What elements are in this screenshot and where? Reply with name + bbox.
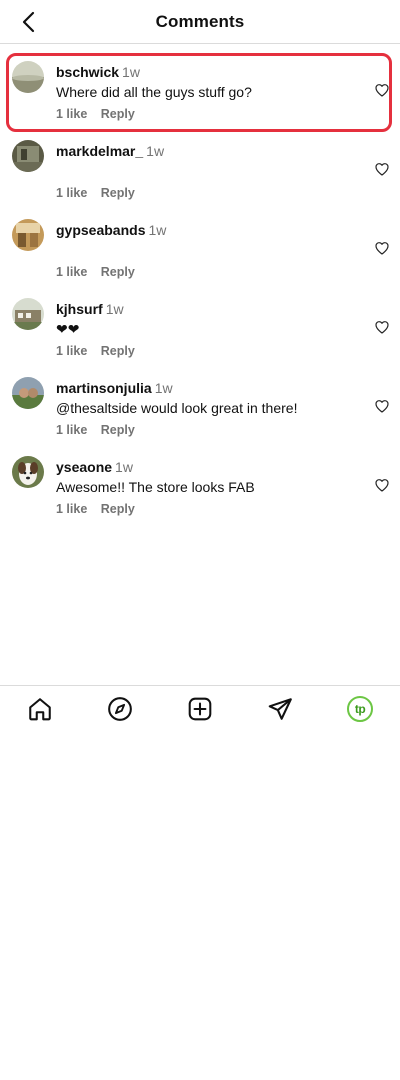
- heart-icon[interactable]: [374, 477, 390, 493]
- comment-username[interactable]: bschwick: [56, 64, 119, 80]
- bottom-nav: tp: [0, 685, 400, 731]
- comment-list: bschwick 1w Where did all the guys stuff …: [0, 53, 400, 527]
- comment-body: yseaone 1w Awesome!! The store looks FAB: [56, 459, 360, 496]
- comment-time: 1w: [154, 380, 173, 396]
- reply-button[interactable]: Reply: [101, 423, 135, 437]
- comment-item[interactable]: yseaone 1w Awesome!! The store looks FAB …: [0, 448, 400, 527]
- heart-icon[interactable]: [374, 161, 390, 177]
- reply-button[interactable]: Reply: [101, 107, 135, 121]
- send-icon: [268, 697, 292, 720]
- nav-create[interactable]: [180, 689, 220, 729]
- comment-text: @thesaltside would look great in there!: [56, 400, 298, 416]
- comment-username[interactable]: kjhsurf: [56, 301, 103, 317]
- comment-time: 1w: [122, 64, 140, 80]
- comment-text: ❤❤: [56, 321, 80, 337]
- avatar[interactable]: [12, 140, 44, 172]
- comment-meta: 1 like Reply: [56, 423, 145, 437]
- back-button[interactable]: [14, 8, 42, 36]
- reply-button[interactable]: Reply: [101, 186, 135, 200]
- comment-item[interactable]: kjhsurf 1w ❤❤ 1 like Reply: [0, 290, 400, 369]
- comment-likes[interactable]: 1 like: [56, 344, 87, 358]
- comment-username[interactable]: yseaone: [56, 459, 112, 475]
- comment-likes[interactable]: 1 like: [56, 107, 87, 121]
- comment-item[interactable]: bschwick 1w Where did all the guys stuff …: [0, 53, 400, 132]
- home-icon: [29, 697, 51, 720]
- comment-meta: 1 like Reply: [56, 107, 145, 121]
- nav-profile[interactable]: tp: [340, 689, 380, 729]
- comment-item[interactable]: markdelmar_ 1w 1 like Reply: [0, 132, 400, 211]
- header-bar: Comments: [0, 0, 400, 44]
- page-title: Comments: [155, 11, 245, 31]
- comment-time: 1w: [105, 301, 124, 317]
- comment-meta: 1 like Reply: [56, 502, 145, 516]
- comment-likes[interactable]: 1 like: [56, 423, 87, 437]
- reply-button[interactable]: Reply: [101, 344, 135, 358]
- nav-home[interactable]: [20, 689, 60, 729]
- heart-icon[interactable]: [374, 82, 390, 98]
- plus-square-icon: [188, 697, 212, 720]
- reply-button[interactable]: Reply: [101, 502, 135, 516]
- heart-icon[interactable]: [374, 319, 390, 335]
- reply-button[interactable]: Reply: [101, 265, 135, 279]
- comment-meta: 1 like Reply: [56, 186, 145, 200]
- heart-icon[interactable]: [374, 240, 390, 256]
- nav-direct[interactable]: [260, 689, 300, 729]
- comment-item[interactable]: gypseabands 1w 1 like Reply: [0, 211, 400, 290]
- comment-likes[interactable]: 1 like: [56, 265, 87, 279]
- comment-likes[interactable]: 1 like: [56, 186, 87, 200]
- avatar[interactable]: [12, 456, 44, 488]
- comment-meta: 1 like Reply: [56, 265, 145, 279]
- comment-text: Where did all the guys stuff go?: [56, 84, 252, 100]
- comment-time: 1w: [115, 459, 133, 475]
- nav-explore[interactable]: [100, 689, 140, 729]
- avatar[interactable]: [12, 219, 44, 251]
- avatar[interactable]: [12, 298, 44, 330]
- comment-item[interactable]: martinsonjulia 1w @thesaltside would look…: [0, 369, 400, 448]
- chevron-left-icon: [22, 11, 35, 33]
- comment-body: kjhsurf 1w ❤❤: [56, 301, 360, 338]
- comment-body: martinsonjulia 1w @thesaltside would look…: [56, 380, 360, 417]
- heart-icon[interactable]: [374, 398, 390, 414]
- profile-avatar: tp: [347, 695, 373, 722]
- comments-screen: Comments bschwick 1w Where did all the gu…: [0, 0, 400, 1080]
- comment-time: 1w: [146, 143, 165, 159]
- compass-icon: [108, 696, 132, 721]
- comment-username[interactable]: markdelmar_: [56, 143, 143, 159]
- comment-time: 1w: [148, 222, 167, 238]
- avatar[interactable]: [12, 61, 44, 93]
- comment-username[interactable]: gypseabands: [56, 222, 145, 238]
- comment-body: gypseabands 1w: [56, 222, 360, 241]
- avatar[interactable]: [12, 377, 44, 409]
- comment-text: Awesome!! The store looks FAB: [56, 479, 255, 495]
- comment-body: markdelmar_ 1w: [56, 143, 360, 162]
- comment-meta: 1 like Reply: [56, 344, 145, 358]
- comment-likes[interactable]: 1 like: [56, 502, 87, 516]
- comment-username[interactable]: martinsonjulia: [56, 380, 152, 396]
- comment-body: bschwick 1w Where did all the guys stuff …: [56, 64, 360, 101]
